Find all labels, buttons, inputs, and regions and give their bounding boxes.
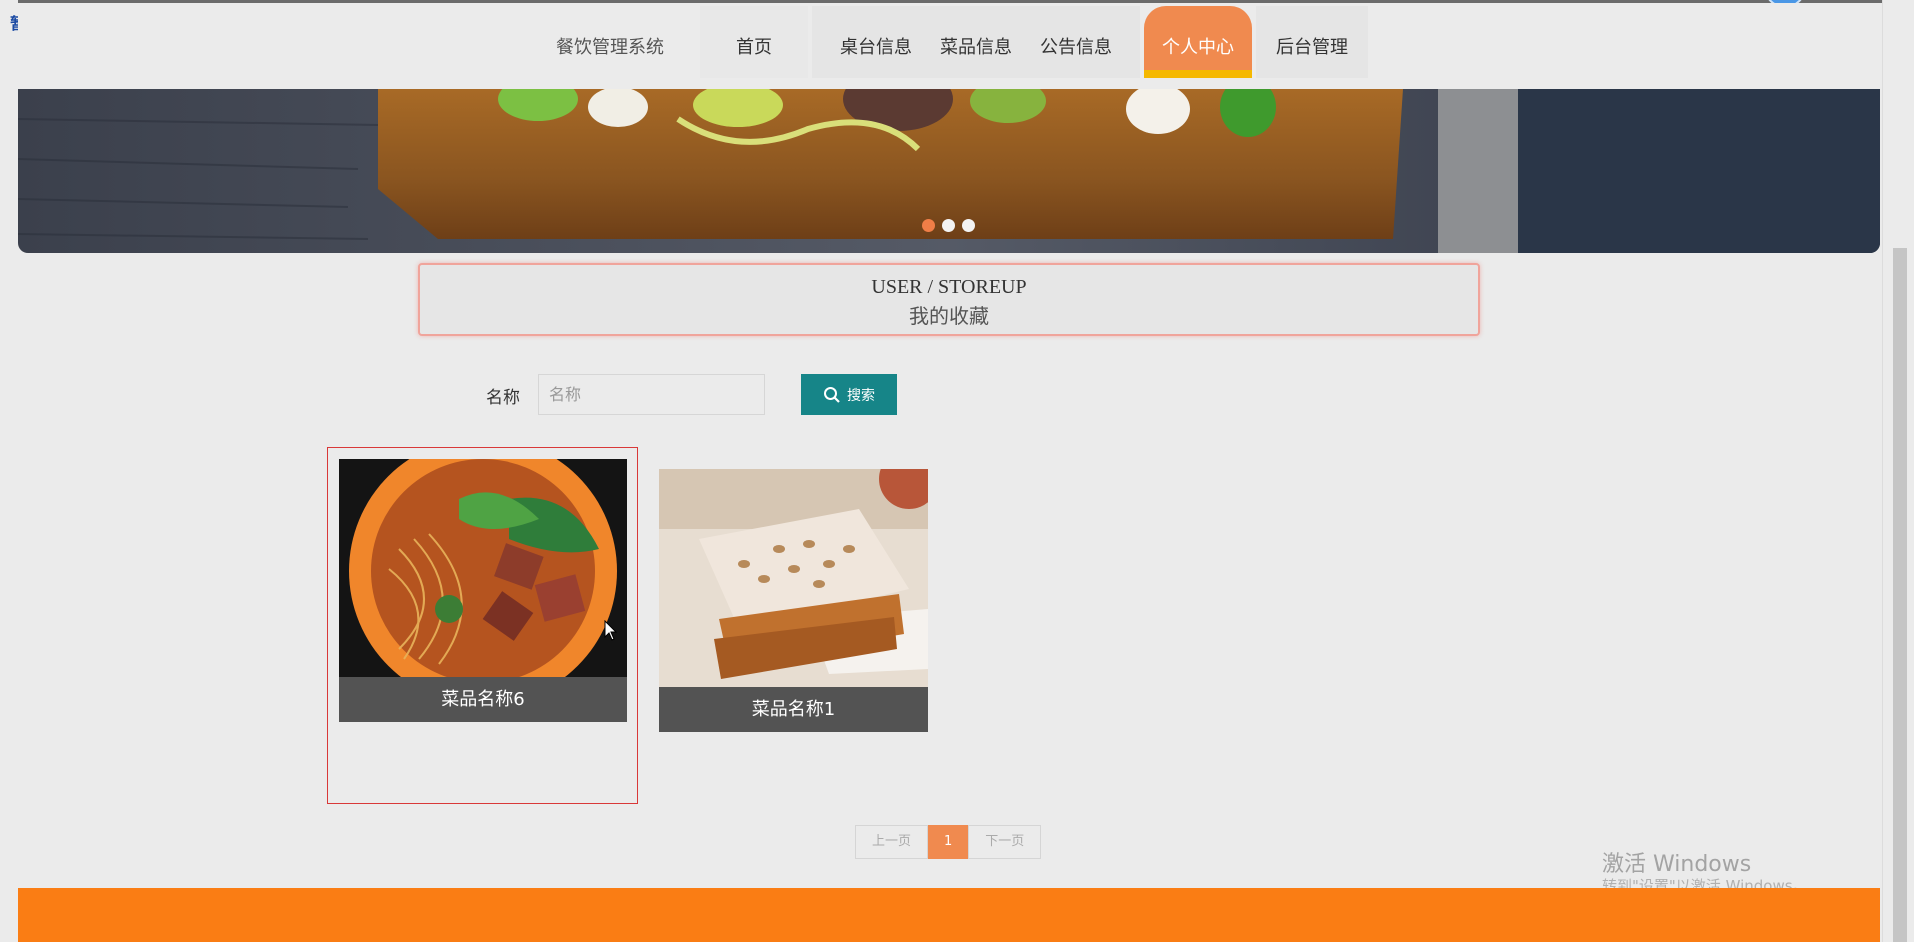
section-title-box: USER / STOREUP 我的收藏: [418, 263, 1480, 336]
carousel-dot-3[interactable]: [962, 219, 975, 232]
windows-activation-title: 激活 Windows: [1602, 852, 1752, 877]
carousel-dot-1[interactable]: [922, 219, 935, 232]
dish-image: [339, 459, 627, 677]
search-button-label: 搜索: [847, 387, 875, 404]
left-gutter: [0, 0, 18, 942]
pagination: 上一页 1 下一页: [855, 825, 1042, 859]
scrollbar-thumb[interactable]: [1893, 248, 1907, 942]
favorite-card[interactable]: 菜品名称1: [659, 469, 928, 732]
main-nav: 首页 桌台信息 菜品信息 公告信息 个人中心 后台管理: [700, 6, 1368, 82]
search-label: 名称: [486, 388, 520, 408]
nav-notices[interactable]: 公告信息: [1040, 33, 1112, 59]
dish-name: 菜品名称6: [339, 677, 627, 722]
mouse-cursor-icon: [604, 620, 618, 641]
carousel-dot-2[interactable]: [942, 219, 955, 232]
site-header: 餐饮管理系统 首页 桌台信息 菜品信息 公告信息 个人中心 后台管理: [18, 3, 1880, 89]
nav-home[interactable]: 首页: [700, 6, 808, 78]
dish-name: 菜品名称1: [659, 687, 928, 732]
nav-tables[interactable]: 桌台信息: [840, 33, 912, 59]
site-footer: [18, 888, 1880, 942]
search-input[interactable]: [538, 374, 765, 415]
dish-image: [659, 469, 928, 687]
nav-group: 桌台信息 菜品信息 公告信息: [812, 6, 1140, 78]
prev-page-button[interactable]: 上一页: [855, 825, 929, 859]
search-button[interactable]: 搜索: [801, 374, 897, 415]
next-page-button[interactable]: 下一页: [968, 825, 1042, 859]
page-scrollbar[interactable]: [1882, 0, 1914, 942]
carousel-dots: [922, 219, 975, 232]
nav-personal-center[interactable]: 个人中心: [1144, 6, 1252, 78]
section-title-cn: 我的收藏: [909, 304, 989, 328]
favorite-card[interactable]: 菜品名称6: [339, 459, 627, 722]
search-icon: [824, 386, 840, 403]
site-brand[interactable]: 餐饮管理系统: [556, 33, 664, 59]
page-1-button[interactable]: 1: [928, 825, 969, 859]
nav-admin[interactable]: 后台管理: [1256, 6, 1368, 78]
section-title-en: USER / STOREUP: [871, 276, 1027, 298]
nav-dishes[interactable]: 菜品信息: [940, 33, 1012, 59]
